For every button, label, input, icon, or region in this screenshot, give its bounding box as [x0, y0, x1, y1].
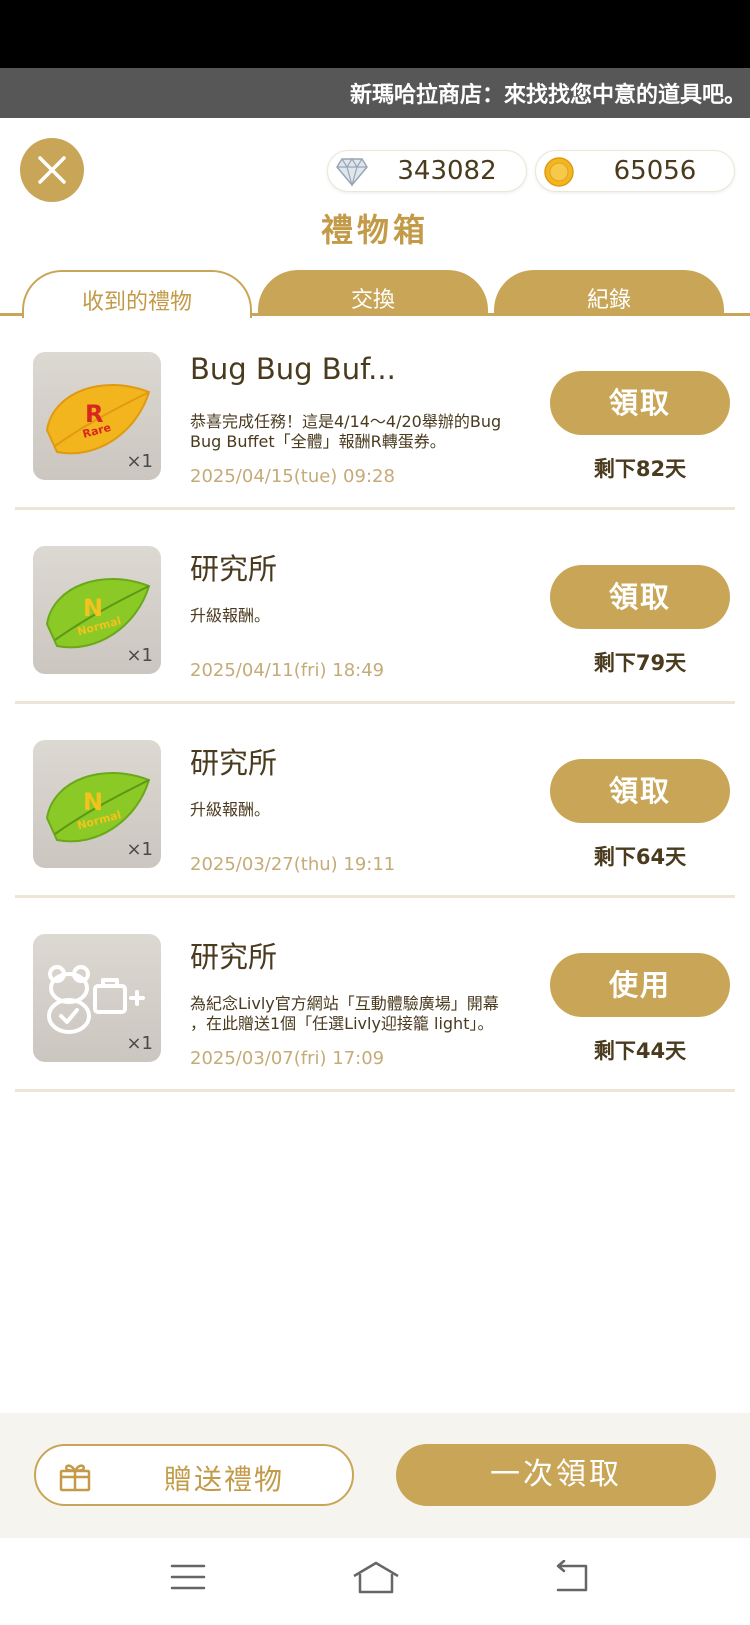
gift-title: 研究所	[190, 746, 278, 780]
gift-thumbnail: ×1	[33, 934, 161, 1062]
coin-count: 65056	[613, 156, 697, 186]
gift-description: 為紀念Livly官方網站「互動體驗廣場」開幕 ，在此贈送1個「任選Livly迎接…	[190, 994, 540, 1034]
system-status-bar	[0, 0, 750, 68]
action-bar: 贈送禮物 一次領取	[0, 1413, 750, 1538]
ticket-badge-letter: N	[83, 594, 103, 622]
days-remaining: 剩下64天	[593, 845, 687, 869]
gift-row: R Rare ×1 Bug Bug Buf... 恭喜完成任務！這是4/14～4…	[15, 316, 735, 510]
page-title: 禮物箱	[320, 211, 429, 249]
gift-description-line: ，在此贈送1個「任選Livly迎接籠 light」。	[190, 1014, 494, 1033]
gift-quantity: ×1	[126, 451, 153, 472]
gift-thumbnail: R Rare ×1	[33, 352, 161, 480]
claim-button[interactable]: 領取	[550, 371, 730, 435]
claim-button[interactable]: 領取	[550, 759, 730, 823]
gift-date: 2025/03/07(fri) 17:09	[190, 1048, 385, 1069]
gift-description-line: 升級報酬。	[190, 800, 271, 819]
diamond-icon	[336, 157, 368, 187]
gift-description: 恭喜完成任務！這是4/14～4/20舉辦的Bug Bug Buffet「全體」報…	[190, 412, 530, 452]
back-icon[interactable]	[552, 1560, 592, 1594]
gift-quantity: ×1	[126, 645, 153, 666]
gift-date: 2025/04/11(fri) 18:49	[190, 660, 385, 681]
gift-thumbnail: N Normal ×1	[33, 546, 161, 674]
close-icon	[38, 156, 66, 184]
days-remaining: 剩下44天	[593, 1039, 687, 1063]
gift-description-line: 為紀念Livly官方網站「互動體驗廣場」開幕	[190, 994, 499, 1013]
gift-description: 升級報酬。	[190, 606, 530, 626]
close-button[interactable]	[20, 138, 84, 202]
gift-icon	[59, 1464, 91, 1492]
home-icon[interactable]	[352, 1560, 400, 1596]
gift-row: N Normal ×1 研究所 升級報酬。 2025/03/27(thu) 19…	[15, 704, 735, 898]
system-navigation-bar	[0, 1538, 750, 1625]
gift-quantity: ×1	[126, 1033, 153, 1054]
send-gift-button[interactable]: 贈送禮物	[34, 1444, 354, 1506]
gift-row: ×1 研究所 為紀念Livly官方網站「互動體驗廣場」開幕 ，在此贈送1個「任選…	[15, 898, 735, 1092]
gift-description: 升級報酬。	[190, 800, 530, 820]
gift-title: 研究所	[190, 552, 278, 586]
use-button[interactable]: 使用	[550, 953, 730, 1017]
send-gift-label: 贈送禮物	[163, 1463, 284, 1496]
gift-title: Bug Bug Buf...	[190, 352, 396, 386]
coin-icon	[544, 157, 574, 187]
coin-balance: 65056	[535, 150, 735, 192]
ticker-text: 新瑪哈拉商店：來找找您中意的道具吧。	[349, 83, 746, 108]
days-remaining: 剩下82天	[593, 457, 687, 481]
gift-description-line: Bug Buffet「全體」報酬R轉蛋券。	[190, 432, 446, 451]
days-remaining: 剩下79天	[593, 651, 687, 675]
news-ticker: 新瑪哈拉商店：來找找您中意的道具吧。	[0, 68, 750, 118]
tab-exchange[interactable]: 交換	[258, 270, 488, 316]
gift-date: 2025/03/27(thu) 19:11	[190, 854, 396, 875]
claim-all-button[interactable]: 一次領取	[396, 1444, 716, 1506]
gift-description-line: 恭喜完成任務！這是4/14～4/20舉辦的Bug	[190, 412, 502, 431]
gift-description-line: 升級報酬。	[190, 606, 271, 625]
gem-balance: 343082	[327, 150, 527, 192]
gem-count: 343082	[397, 156, 497, 186]
claim-button[interactable]: 領取	[550, 565, 730, 629]
tab-history[interactable]: 紀錄	[494, 270, 724, 316]
recent-apps-icon[interactable]	[170, 1560, 206, 1594]
gift-quantity: ×1	[126, 839, 153, 860]
gift-thumbnail: N Normal ×1	[33, 740, 161, 868]
ticket-badge-letter: N	[83, 788, 103, 816]
gift-title: 研究所	[190, 940, 278, 974]
gift-row: N Normal ×1 研究所 升級報酬。 2025/04/11(fri) 18…	[15, 510, 735, 704]
gift-date: 2025/04/15(tue) 09:28	[190, 466, 395, 487]
tab-received-gifts[interactable]: 收到的禮物	[22, 270, 252, 318]
